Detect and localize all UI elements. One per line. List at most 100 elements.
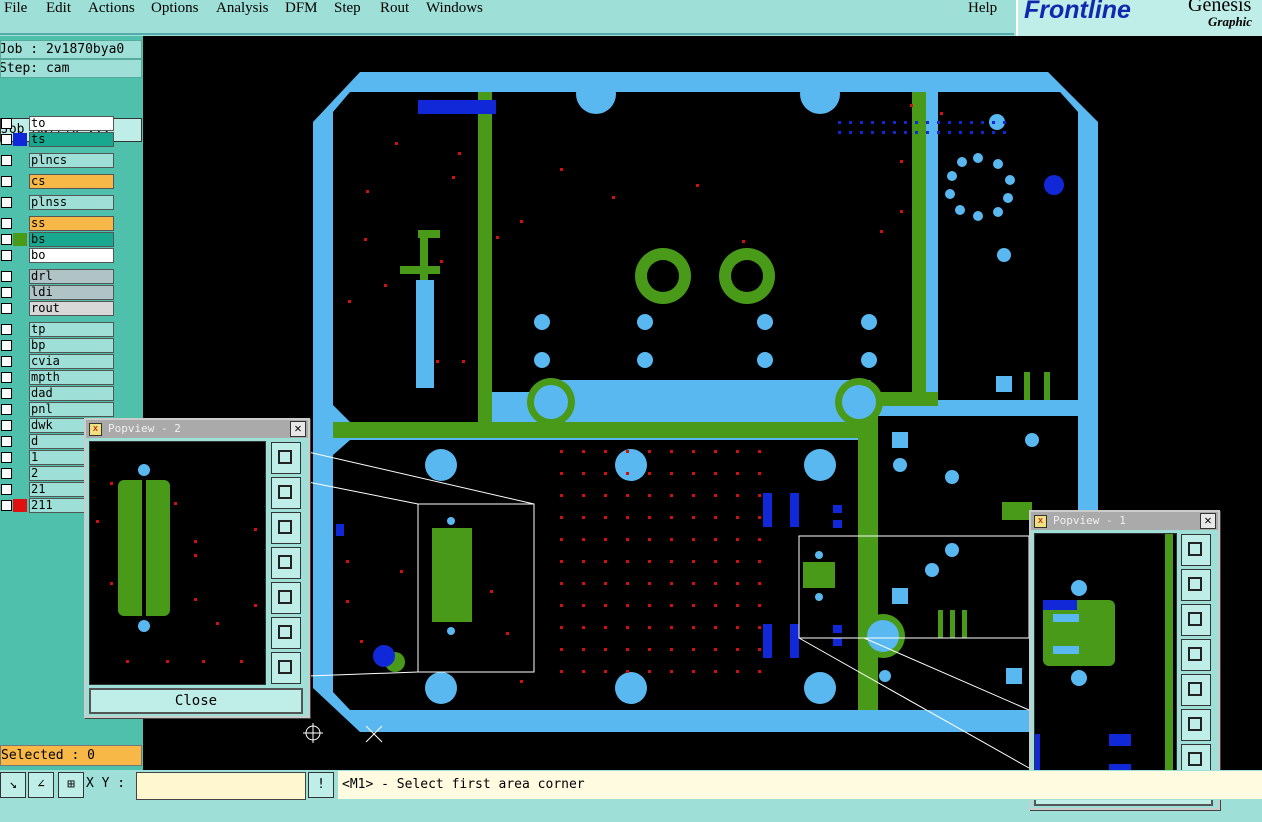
zoom-in-button[interactable] (1181, 709, 1211, 741)
layer-name[interactable]: pnl (29, 402, 114, 417)
menu-options[interactable]: Options (151, 0, 199, 17)
drill-hole (560, 626, 563, 629)
zoom-home-button[interactable] (1181, 534, 1211, 566)
layer-color-swatch (13, 302, 27, 315)
zoom-home-button[interactable] (271, 442, 301, 474)
layer-row-pnl[interactable]: pnl (0, 402, 116, 417)
layer-row-bs[interactable]: bs (0, 232, 116, 247)
layer-checkbox[interactable] (1, 303, 12, 314)
layer-checkbox[interactable] (1, 234, 12, 245)
drill-hole (612, 196, 615, 199)
layer-checkbox[interactable] (1, 197, 12, 208)
layer-row-ldi[interactable]: ldi (0, 285, 116, 300)
layer-row-cs[interactable]: cs (0, 174, 116, 189)
layer-checkbox[interactable] (1, 271, 12, 282)
layer-checkbox[interactable] (1, 436, 12, 447)
layer-checkbox[interactable] (1, 134, 12, 145)
layer-name[interactable]: dad (29, 386, 114, 401)
menu-file[interactable]: File (4, 0, 27, 17)
alert-icon[interactable]: ! (308, 772, 334, 798)
layer-checkbox[interactable] (1, 388, 12, 399)
layer-name[interactable]: plncs (29, 153, 114, 168)
layer-row-dad[interactable]: dad (0, 386, 116, 401)
layer-checkbox[interactable] (1, 218, 12, 229)
layer-checkbox[interactable] (1, 356, 12, 367)
pan-left-button[interactable] (1181, 639, 1211, 671)
layer-checkbox[interactable] (1, 250, 12, 261)
layer-checkbox[interactable] (1, 372, 12, 383)
layer-name[interactable]: mpth (29, 370, 114, 385)
menu-rout[interactable]: Rout (380, 0, 409, 17)
close-icon[interactable]: ✕ (1200, 513, 1216, 529)
window-menu-icon[interactable]: x (89, 423, 102, 436)
menu-analysis[interactable]: Analysis (216, 0, 269, 17)
popview-2-titlebar[interactable]: x Popview - 2 ✕ (86, 420, 308, 438)
layer-name[interactable]: to (29, 116, 114, 131)
layer-checkbox[interactable] (1, 340, 12, 351)
layer-row-ss[interactable]: ss (0, 216, 116, 231)
popview-1-titlebar[interactable]: x Popview - 1 ✕ (1031, 512, 1218, 530)
zoom-in-button[interactable] (271, 617, 301, 649)
layer-checkbox[interactable] (1, 484, 12, 495)
pan-right-button[interactable] (1181, 674, 1211, 706)
layer-checkbox[interactable] (1, 500, 12, 511)
popview-1-view[interactable] (1034, 533, 1177, 777)
angle-icon[interactable]: ∠ (28, 772, 54, 798)
layer-name[interactable]: ldi (29, 285, 114, 300)
menu-edit[interactable]: Edit (46, 0, 71, 17)
grid-icon[interactable]: ⊞ (58, 772, 84, 798)
pan-right-button[interactable] (271, 582, 301, 614)
pan-up-button[interactable] (1181, 569, 1211, 601)
pan-up-button[interactable] (271, 477, 301, 509)
popview-2-view[interactable] (89, 441, 266, 685)
layer-row-bp[interactable]: bp (0, 338, 116, 353)
layer-row-plncs[interactable]: plncs (0, 153, 116, 168)
pan-down-button[interactable] (271, 512, 301, 544)
layer-checkbox[interactable] (1, 404, 12, 415)
popview-2-close-button[interactable]: Close (89, 688, 303, 714)
layer-name[interactable]: cvia (29, 354, 114, 369)
layer-name[interactable]: ts (29, 132, 114, 147)
layer-color-swatch (13, 387, 27, 400)
layer-checkbox[interactable] (1, 176, 12, 187)
layer-row-ts[interactable]: ts (0, 132, 116, 147)
menu-windows[interactable]: Windows (426, 0, 483, 17)
menu-dfm[interactable]: DFM (285, 0, 318, 17)
layer-row-rout[interactable]: rout (0, 301, 116, 316)
pan-left-button[interactable] (271, 547, 301, 579)
layer-checkbox[interactable] (1, 287, 12, 298)
drill-hole (871, 131, 874, 134)
layer-row-plnss[interactable]: plnss (0, 195, 116, 210)
layer-row-bo[interactable]: bo (0, 248, 116, 263)
measure-icon[interactable]: ↘ (0, 772, 26, 798)
layer-checkbox[interactable] (1, 468, 12, 479)
layer-name[interactable]: tp (29, 322, 114, 337)
layer-name[interactable]: bp (29, 338, 114, 353)
layer-name[interactable]: drl (29, 269, 114, 284)
layer-row-drl[interactable]: drl (0, 269, 116, 284)
window-menu-icon[interactable]: x (1034, 515, 1047, 528)
close-icon[interactable]: ✕ (290, 421, 306, 437)
menu-help[interactable]: Help (968, 0, 997, 17)
layer-checkbox[interactable] (1, 324, 12, 335)
layer-checkbox[interactable] (1, 155, 12, 166)
layer-row-to[interactable]: to (0, 116, 116, 131)
layer-name[interactable]: rout (29, 301, 114, 316)
layer-row-mpth[interactable]: mpth (0, 370, 116, 385)
pan-down-button[interactable] (1181, 604, 1211, 636)
layer-name[interactable]: cs (29, 174, 114, 189)
layer-checkbox[interactable] (1, 452, 12, 463)
layer-name[interactable]: bs (29, 232, 114, 247)
layer-row-cvia[interactable]: cvia (0, 354, 116, 369)
drill-hole (582, 450, 585, 453)
layer-checkbox[interactable] (1, 118, 12, 129)
menu-step[interactable]: Step (334, 0, 361, 17)
layer-row-tp[interactable]: tp (0, 322, 116, 337)
layer-name[interactable]: bo (29, 248, 114, 263)
menu-actions[interactable]: Actions (88, 0, 135, 17)
layer-name[interactable]: plnss (29, 195, 114, 210)
zoom-out-button[interactable] (271, 652, 301, 684)
xy-input[interactable] (136, 772, 306, 800)
layer-checkbox[interactable] (1, 420, 12, 431)
layer-name[interactable]: ss (29, 216, 114, 231)
